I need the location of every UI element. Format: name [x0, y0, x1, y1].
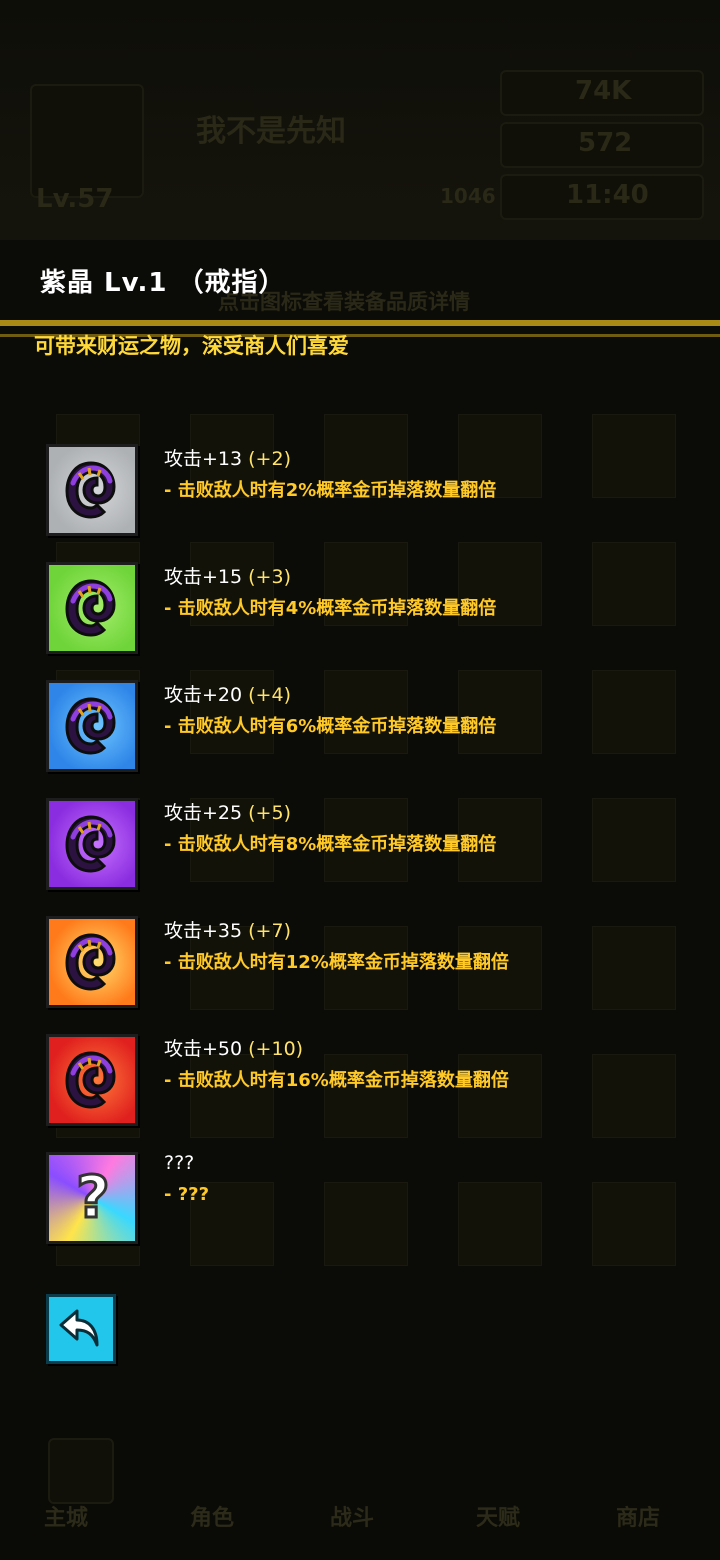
background-nav-talent: 天赋 [476, 1506, 521, 1531]
quality-tier-row: 攻击+15 (+3) - 击败敌人时有4%概率金币掉落数量翻倍 [44, 562, 684, 658]
background-nav-battle: 战斗 [330, 1506, 375, 1531]
amethyst-ring-icon[interactable] [46, 798, 138, 890]
tier-effect-text: - 击败敌人时有2%概率金币掉落数量翻倍 [164, 480, 497, 501]
tier-attack-value: 攻击+20 [164, 684, 243, 706]
title-divider [0, 320, 720, 326]
tier-attack-bonus: (+3) [242, 566, 291, 588]
tier-attack-stat: 攻击+15 (+3) [164, 562, 291, 589]
tier-effect-text: - 击败敌人时有16%概率金币掉落数量翻倍 [164, 1070, 509, 1091]
item-description: 可带来财运之物，深受商人们喜爱 [34, 334, 349, 358]
tier-attack-stat: 攻击+35 (+7) [164, 916, 291, 943]
quality-tier-row: ???? - ??? [44, 1152, 684, 1248]
background-power: 1046 [440, 184, 496, 208]
item-title: 紫晶 Lv.1 （戒指） [40, 268, 286, 298]
tier-attack-stat: 攻击+13 (+2) [164, 444, 291, 471]
background-player-name: 我不是先知 [196, 114, 346, 149]
quality-tier-row: 攻击+35 (+7) - 击败敌人时有12%概率金币掉落数量翻倍 [44, 916, 684, 1012]
background-energy: 11:40 [566, 180, 649, 210]
amethyst-ring-icon[interactable] [46, 680, 138, 772]
amethyst-ring-icon[interactable] [46, 444, 138, 536]
amethyst-ring-icon[interactable] [46, 562, 138, 654]
tier-attack-bonus: (+4) [242, 684, 291, 706]
background-level: Lv.57 [36, 184, 114, 214]
tier-attack-stat: 攻击+20 (+4) [164, 680, 291, 707]
tier-attack-stat: 攻击+25 (+5) [164, 798, 291, 825]
background-coins: 74K [575, 76, 632, 106]
tier-attack-value: 攻击+13 [164, 448, 243, 470]
tier-attack-value: 攻击+35 [164, 920, 243, 942]
tier-attack-bonus: (+5) [242, 802, 291, 824]
background-nav-home: 主城 [44, 1506, 89, 1531]
tier-attack-value: 攻击+15 [164, 566, 243, 588]
tier-attack-stat: 攻击+50 (+10) [164, 1034, 303, 1061]
background-nav-role: 角色 [190, 1506, 235, 1531]
tier-effect-text: - 击败敌人时有4%概率金币掉落数量翻倍 [164, 598, 497, 619]
background-gems: 572 [578, 128, 633, 158]
tier-attack-stat: ??? [164, 1152, 194, 1174]
tier-attack-value: ??? [164, 1152, 195, 1174]
background-nav-shop: 商店 [616, 1506, 661, 1531]
quality-tier-row: 攻击+50 (+10) - 击败敌人时有16%概率金币掉落数量翻倍 [44, 1034, 684, 1130]
tier-effect-text: - ??? [164, 1184, 210, 1205]
amethyst-ring-icon[interactable] [46, 1034, 138, 1126]
tier-effect-text: - 击败敌人时有12%概率金币掉落数量翻倍 [164, 952, 509, 973]
tier-attack-bonus: (+7) [242, 920, 291, 942]
svg-text:?: ? [76, 1165, 110, 1227]
tier-attack-value: 攻击+50 [164, 1038, 243, 1060]
background-avatar [30, 84, 144, 198]
quality-tier-row: 攻击+25 (+5) - 击败敌人时有8%概率金币掉落数量翻倍 [44, 798, 684, 894]
amethyst-ring-icon[interactable] [46, 916, 138, 1008]
tier-attack-bonus: (+2) [242, 448, 291, 470]
unknown-item-icon[interactable]: ? [46, 1152, 138, 1244]
quality-tier-row: 攻击+20 (+4) - 击败敌人时有6%概率金币掉落数量翻倍 [44, 680, 684, 776]
tier-effect-text: - 击败敌人时有8%概率金币掉落数量翻倍 [164, 834, 497, 855]
background-back-button [48, 1438, 114, 1504]
tier-attack-value: 攻击+25 [164, 802, 243, 824]
quality-tier-row: 攻击+13 (+2) - 击败敌人时有2%概率金币掉落数量翻倍 [44, 444, 684, 540]
back-arrow-icon [59, 1309, 99, 1347]
tier-attack-bonus: (+10) [242, 1038, 304, 1060]
tier-effect-text: - 击败敌人时有6%概率金币掉落数量翻倍 [164, 716, 497, 737]
back-button[interactable] [46, 1294, 116, 1364]
